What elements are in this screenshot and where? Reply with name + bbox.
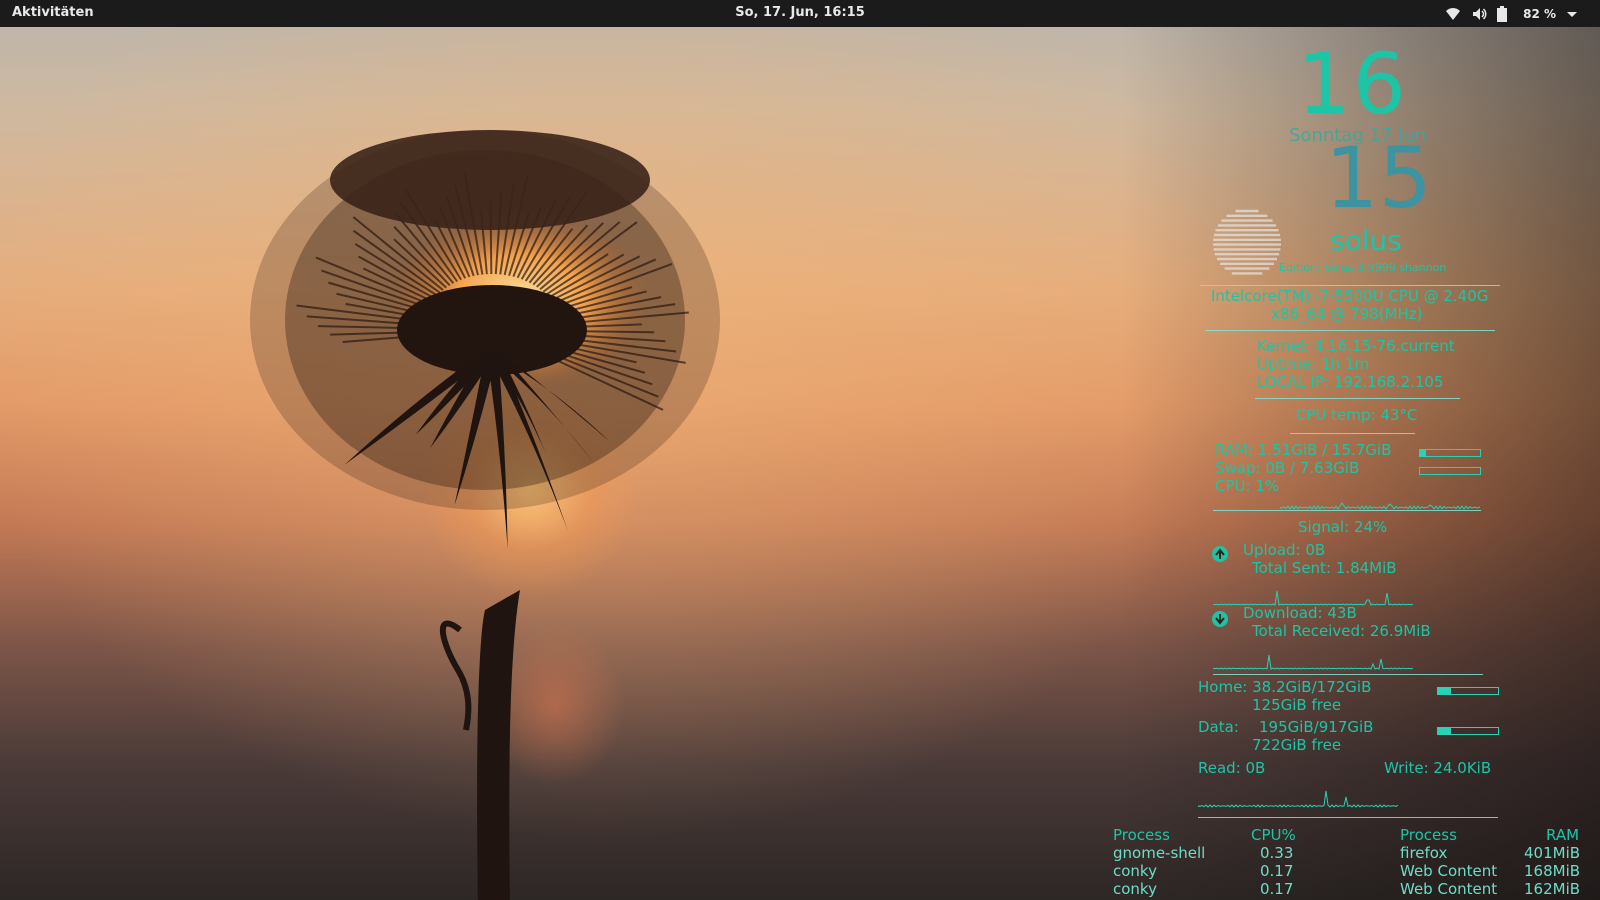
clock[interactable]: So, 17. Jun, 16:15: [735, 5, 865, 20]
battery-icon[interactable]: [1497, 5, 1513, 22]
dropdown-arrow-icon[interactable]: [1566, 6, 1582, 22]
desktop-wallpaper: [0, 0, 1600, 900]
battery-percentage[interactable]: 82 %: [1523, 7, 1556, 21]
top-bar: Aktivitäten So, 17. Jun, 16:15 82 %: [0, 0, 1600, 27]
system-tray[interactable]: 82 %: [1445, 3, 1582, 24]
wifi-icon[interactable]: [1445, 6, 1461, 22]
activities-button[interactable]: Aktivitäten: [12, 5, 94, 20]
dandelion-image: [250, 130, 720, 900]
volume-icon[interactable]: [1471, 6, 1487, 22]
